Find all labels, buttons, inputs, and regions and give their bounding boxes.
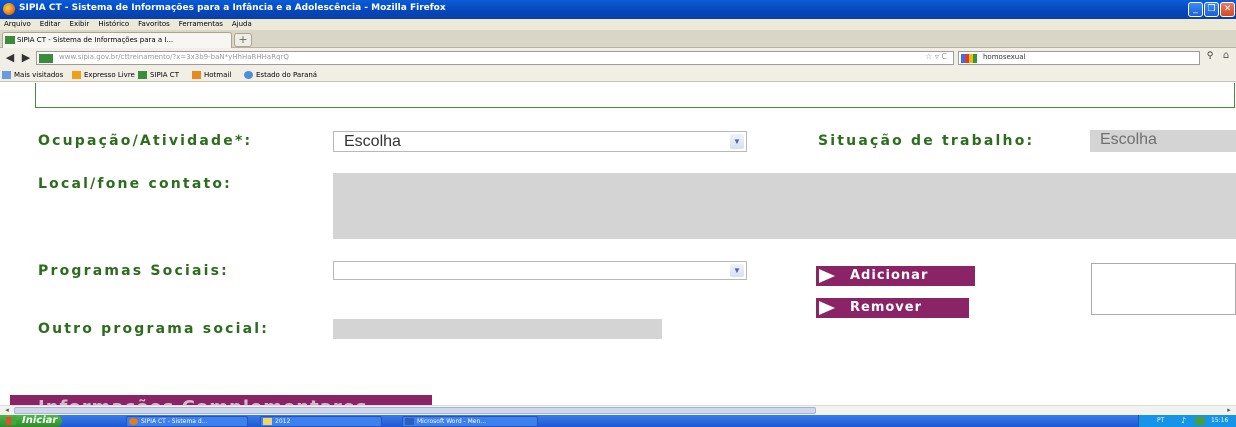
scroll-left-icon[interactable]: ◂ — [2, 406, 12, 415]
task-firefox[interactable]: SIPIA CT - Sistema d... — [126, 416, 248, 427]
bookmark-expresso-livre[interactable]: Expresso Livre — [72, 69, 135, 81]
back-arrow-icon[interactable]: ◀ — [2, 51, 18, 65]
menu-ferramentas[interactable]: Ferramentas — [179, 19, 223, 30]
scrollbar-thumb[interactable] — [14, 407, 816, 414]
firefox-icon — [129, 418, 138, 425]
bookmarks-toolbar: Mais visitados Expresso Livre SIPIA CT H… — [0, 68, 1236, 82]
menu-historico[interactable]: Histórico — [98, 19, 129, 30]
bookmark-star-icon[interactable]: ☆ ▿ C — [925, 52, 947, 61]
arrow-right-icon — [819, 301, 835, 315]
menu-ajuda[interactable]: Ajuda — [232, 19, 252, 30]
clock: 15:16 — [1211, 417, 1229, 424]
bookmark-mais-visitados[interactable]: Mais visitados — [2, 69, 63, 81]
url-bar[interactable]: www.sipia.gov.br/cttreinamento/?x=3x3b9-… — [36, 51, 954, 65]
task-folder[interactable]: 2012 — [260, 416, 382, 427]
situacao-select[interactable]: Escolha — [1090, 130, 1236, 152]
folder-icon — [263, 418, 272, 425]
speaker-icon[interactable]: ♪ — [1181, 415, 1186, 427]
local-fone-field[interactable] — [333, 173, 1236, 239]
tab-strip: SIPIA CT - Sistema de Informações para a… — [0, 30, 1236, 48]
tab-label: SIPIA CT - Sistema de Informações para a… — [17, 36, 174, 44]
maximize-button[interactable]: ❐ — [1204, 2, 1219, 17]
bookmark-label: SIPIA CT — [150, 71, 179, 79]
menu-exibir[interactable]: Exibir — [70, 19, 90, 30]
close-button[interactable]: ✕ — [1220, 2, 1235, 17]
bookmark-hotmail[interactable]: Hotmail — [192, 69, 231, 81]
site-identity-icon[interactable] — [39, 54, 53, 63]
horizontal-scrollbar[interactable]: ◂ ▸ — [0, 405, 1236, 415]
home-icon[interactable]: ⌂ — [1219, 50, 1233, 64]
task-label: 2012 — [275, 418, 291, 425]
scroll-right-icon[interactable]: ▸ — [1224, 406, 1234, 415]
site-favicon-icon — [5, 36, 15, 44]
programas-select[interactable]: ▼ — [333, 261, 747, 280]
bookmark-label: Expresso Livre — [84, 71, 135, 79]
adicionar-label: Adicionar — [850, 268, 929, 283]
task-word[interactable]: Microsoft Word - Men... — [402, 416, 538, 427]
start-label: Iniciar — [22, 415, 58, 426]
chevron-down-icon[interactable]: ▼ — [730, 264, 744, 277]
task-label: Microsoft Word - Men... — [417, 418, 487, 425]
windows-logo-icon — [6, 417, 16, 425]
local-fone-label: Local/fone contato: — [38, 176, 232, 192]
section-header-informacoes[interactable]: Informações Complementares — [10, 395, 432, 405]
bookmark-label: Estado do Paraná — [256, 71, 318, 79]
previous-section-box — [35, 83, 1235, 108]
language-indicator[interactable]: PT — [1157, 415, 1164, 427]
ocupacao-label: Ocupação/Atividade*: — [38, 133, 253, 149]
outro-programa-label: Outro programa social: — [38, 321, 270, 337]
section-title: Informações Complementares — [38, 397, 368, 405]
start-button[interactable]: Iniciar — [0, 415, 62, 427]
ocupacao-value: Escolha — [344, 133, 401, 150]
page-content: Ocupação/Atividade*: Escolha ▼ Situação … — [0, 83, 1236, 405]
search-box[interactable]: homosexual — [958, 51, 1200, 65]
menu-arquivo[interactable]: Arquivo — [4, 19, 31, 30]
search-icon[interactable]: ⚲ — [1203, 51, 1217, 65]
search-query: homosexual — [983, 53, 1026, 61]
programas-listbox[interactable] — [1091, 263, 1236, 315]
bookmark-sipia-ct[interactable]: SIPIA CT — [138, 69, 179, 81]
programas-label: Programas Sociais: — [38, 263, 229, 279]
windows-taskbar: Iniciar SIPIA CT - Sistema d... 2012 Mic… — [0, 415, 1236, 427]
situacao-label: Situação de trabalho: — [818, 133, 1035, 149]
bookmark-label: Hotmail — [204, 71, 232, 79]
situacao-value: Escolha — [1100, 131, 1157, 148]
window-titlebar: SIPIA CT - Sistema de Informações para a… — [0, 0, 1236, 19]
navigation-toolbar: ◀ ▶ www.sipia.gov.br/cttreinamento/?x=3x… — [0, 48, 1236, 68]
network-icon[interactable] — [1195, 417, 1205, 425]
bookmark-estado-parana[interactable]: Estado do Paraná — [244, 69, 317, 81]
window-title: SIPIA CT - Sistema de Informações para a… — [19, 3, 446, 13]
new-tab-button[interactable]: + — [234, 33, 252, 47]
leaf-icon — [72, 71, 81, 79]
forward-arrow-icon[interactable]: ▶ — [18, 51, 34, 65]
system-tray: PT ♪ 15:16 — [1138, 415, 1236, 427]
browser-tab[interactable]: SIPIA CT - Sistema de Informações para a… — [2, 32, 232, 48]
mail-icon — [192, 71, 201, 79]
task-label: SIPIA CT - Sistema d... — [141, 418, 208, 425]
outro-programa-field[interactable] — [333, 319, 662, 339]
bookmark-label: Mais visitados — [14, 71, 64, 79]
minimize-button[interactable]: _ — [1188, 2, 1203, 17]
adicionar-button[interactable]: Adicionar — [816, 266, 975, 286]
site-favicon-icon — [138, 71, 147, 79]
url-text: www.sipia.gov.br/cttreinamento/?x=3x3b9-… — [59, 53, 289, 61]
ocupacao-select[interactable]: Escolha ▼ — [333, 131, 747, 152]
google-icon[interactable] — [961, 54, 977, 63]
word-icon — [405, 418, 414, 425]
remover-button[interactable]: Remover — [816, 298, 969, 318]
globe-icon — [244, 71, 253, 79]
chevron-down-icon[interactable]: ▼ — [730, 134, 744, 149]
remover-label: Remover — [850, 300, 923, 315]
menu-editar[interactable]: Editar — [40, 19, 61, 30]
menu-favoritos[interactable]: Favoritos — [138, 19, 170, 30]
folder-icon — [2, 71, 11, 79]
menu-bar: Arquivo Editar Exibir Histórico Favoritos Fer… — [0, 19, 1236, 30]
arrow-right-icon — [819, 269, 835, 283]
firefox-icon — [3, 3, 15, 15]
